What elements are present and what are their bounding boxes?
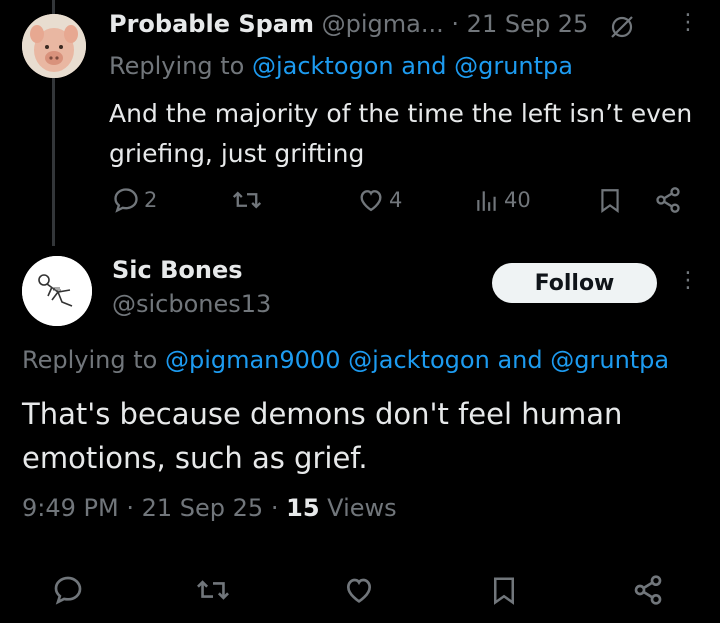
main-display-name[interactable]: Sic Bones bbox=[112, 256, 243, 284]
replying-and: and bbox=[497, 346, 543, 374]
views-count: 40 bbox=[504, 188, 531, 212]
share-icon bbox=[656, 187, 680, 213]
mention-link[interactable]: @jacktogon bbox=[348, 346, 490, 374]
like-button[interactable]: 4 bbox=[357, 186, 402, 214]
grok-icon[interactable] bbox=[609, 14, 635, 40]
main-replying-to: Replying to @pigman9000 @jacktogon and @… bbox=[22, 346, 669, 374]
comment-icon bbox=[54, 576, 82, 605]
mention-link[interactable]: @gruntpa bbox=[550, 346, 669, 374]
views-label: Views bbox=[327, 494, 397, 522]
reply-button[interactable]: 2 bbox=[112, 186, 157, 214]
more-options-icon[interactable]: ⋮ bbox=[677, 270, 699, 292]
views-count: 15 bbox=[286, 494, 320, 522]
tweet-date[interactable]: 21 Sep 25 bbox=[142, 494, 264, 522]
replying-to-label: Replying to bbox=[22, 346, 158, 374]
replying-and: and bbox=[401, 52, 447, 80]
main-text: That's because demons don't feel human e… bbox=[22, 392, 622, 480]
share-icon bbox=[634, 575, 662, 605]
bookmark-button[interactable] bbox=[489, 574, 519, 606]
pig-avatar-icon bbox=[22, 14, 86, 78]
meta-separator: · bbox=[126, 494, 134, 522]
meta-separator: · bbox=[270, 494, 279, 522]
views-button[interactable]: 40 bbox=[474, 186, 531, 214]
main-handle[interactable]: @sicbones13 bbox=[112, 290, 271, 318]
share-button[interactable] bbox=[632, 574, 664, 606]
like-button[interactable] bbox=[343, 574, 375, 606]
more-options-icon[interactable]: ⋮ bbox=[677, 12, 699, 34]
heart-icon bbox=[360, 190, 382, 212]
reply-separator: · bbox=[451, 10, 460, 38]
reply-count: 2 bbox=[144, 188, 158, 212]
retweet-icon bbox=[232, 191, 262, 209]
main-text-line: That's because demons don't feel human bbox=[22, 397, 623, 431]
retweet-button[interactable] bbox=[232, 186, 262, 214]
mention-link[interactable]: @pigman9000 bbox=[165, 346, 341, 374]
tweet-time[interactable]: 9:49 PM bbox=[22, 494, 119, 522]
reply-header: Probable Spam @pigma... · 21 Sep 25 bbox=[109, 10, 588, 38]
avatar[interactable] bbox=[22, 14, 86, 78]
mention-link[interactable]: @jacktogon bbox=[252, 52, 394, 80]
heart-icon bbox=[346, 578, 372, 603]
reply-button[interactable] bbox=[52, 574, 84, 606]
bookmark-icon bbox=[494, 577, 514, 605]
share-button[interactable] bbox=[654, 186, 682, 214]
replying-to-label: Replying to bbox=[109, 52, 245, 80]
bookmark-button[interactable] bbox=[597, 186, 623, 214]
reply-text: And the majority of the time the left is… bbox=[109, 94, 692, 174]
views-icon bbox=[477, 191, 496, 211]
reply-date[interactable]: 21 Sep 25 bbox=[467, 10, 589, 38]
comment-icon bbox=[114, 188, 138, 213]
reply-display-name[interactable]: Probable Spam bbox=[109, 10, 314, 38]
reply-replying-to: Replying to @jacktogon and @gruntpa bbox=[109, 52, 573, 80]
bookmark-icon bbox=[601, 189, 619, 213]
reply-text-line: And the majority of the time the left is… bbox=[109, 99, 693, 128]
follow-button[interactable]: Follow bbox=[492, 263, 657, 303]
reply-handle[interactable]: @pigma... bbox=[322, 10, 444, 38]
mention-link[interactable]: @gruntpa bbox=[454, 52, 573, 80]
reply-text-line: griefing, just grifting bbox=[109, 139, 365, 168]
like-count: 4 bbox=[389, 188, 403, 212]
main-text-line: emotions, such as grief. bbox=[22, 441, 368, 475]
avatar[interactable] bbox=[22, 256, 92, 326]
main-meta: 9:49 PM · 21 Sep 25 · 15 Views bbox=[22, 494, 397, 522]
skeleton-avatar-icon bbox=[22, 256, 92, 326]
retweet-button[interactable] bbox=[196, 574, 230, 606]
retweet-icon bbox=[197, 580, 229, 600]
